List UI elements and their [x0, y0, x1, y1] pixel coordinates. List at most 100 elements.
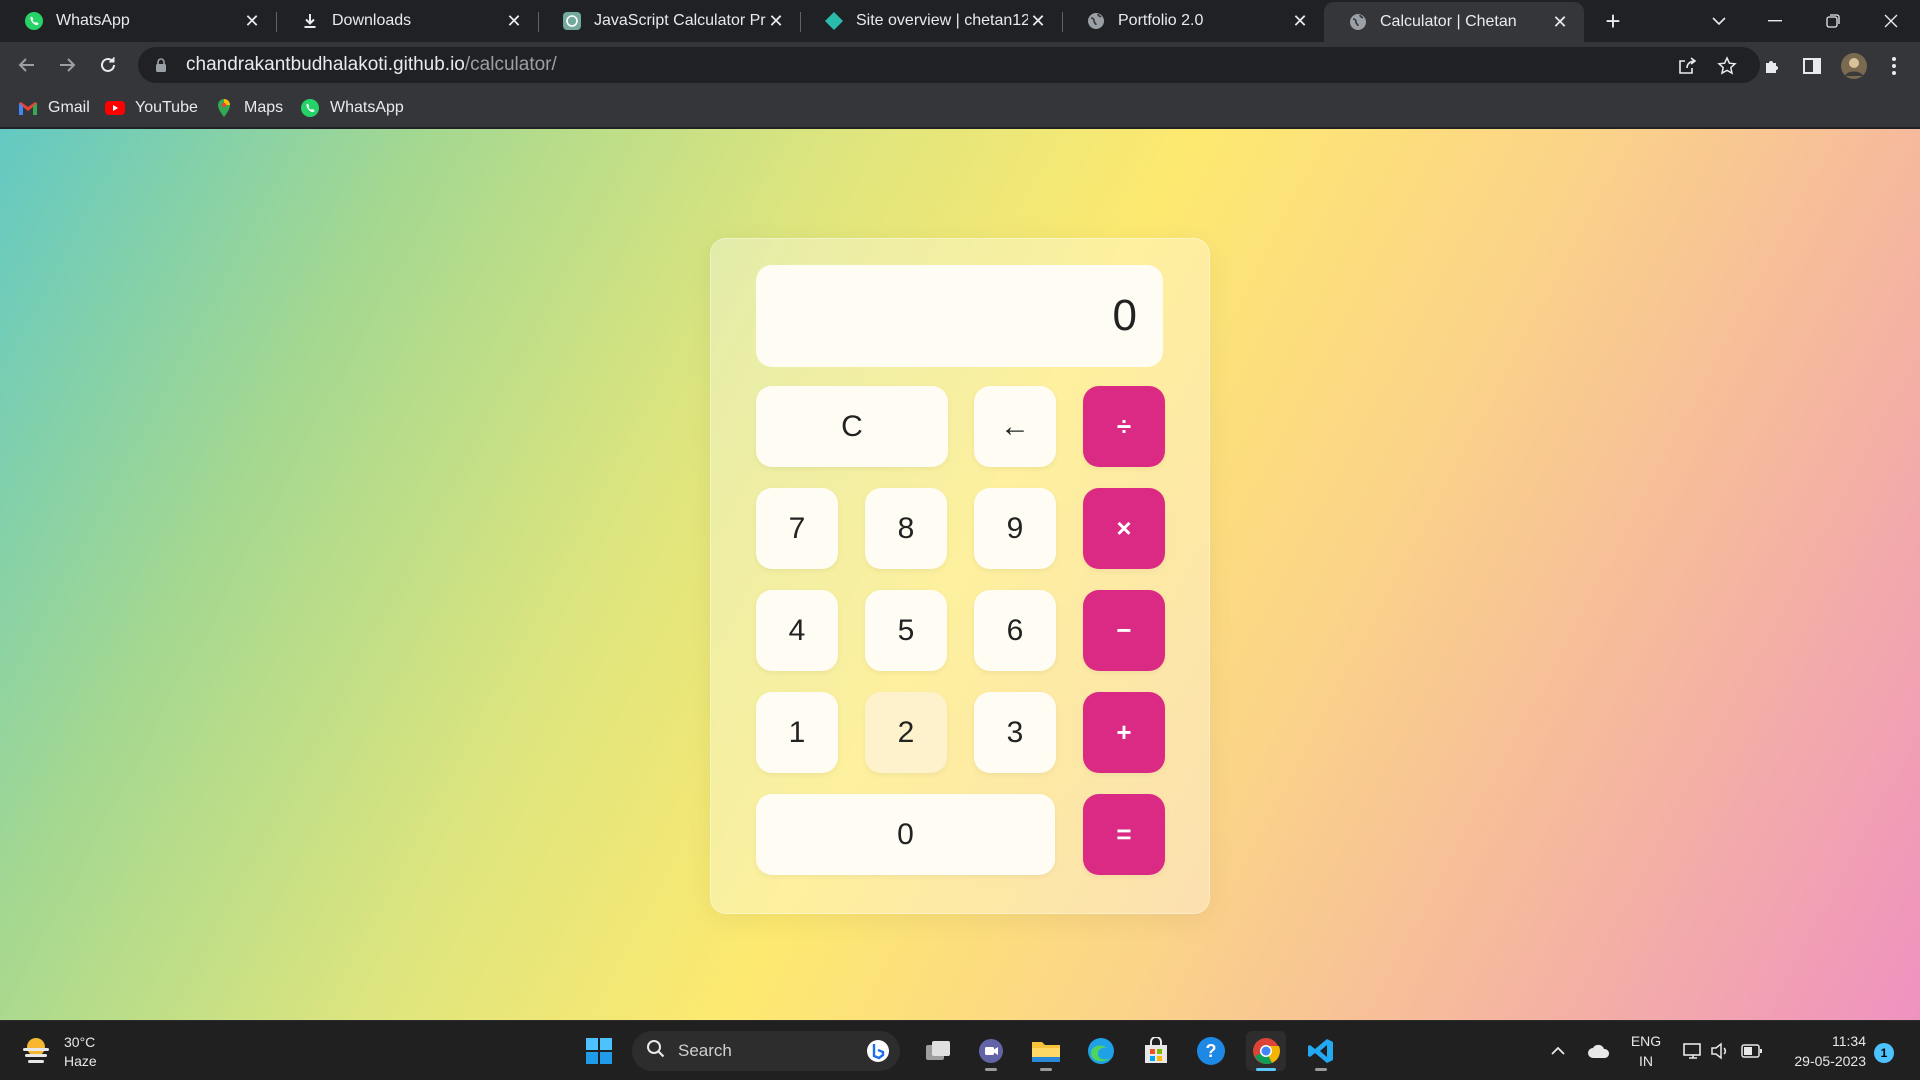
browser-toolbar: chandrakantbudhalakoti.github.io/calcula… [0, 42, 1920, 88]
running-indicator [985, 1068, 997, 1071]
tab-strip: WhatsApp ✕ Downloads ✕ JavaScript Calcul… [0, 0, 1920, 42]
digit-6-button[interactable]: 6 [974, 590, 1056, 671]
calculator-display: 0 [756, 265, 1163, 367]
maps-icon [214, 98, 234, 118]
tab-calculator[interactable]: Calculator | Chetan ✕ [1324, 2, 1584, 42]
bookmark-label: WhatsApp [330, 99, 404, 116]
close-icon[interactable]: ✕ [242, 11, 262, 31]
close-icon[interactable]: ✕ [1290, 11, 1310, 31]
digit-5-button[interactable]: 5 [865, 590, 947, 671]
bookmark-star-icon[interactable] [1716, 55, 1738, 77]
digit-8-button[interactable]: 8 [865, 488, 947, 569]
netlify-icon [824, 11, 844, 31]
running-indicator [1315, 1068, 1327, 1071]
microsoft-store-icon[interactable] [1136, 1031, 1176, 1071]
close-icon[interactable]: ✕ [1028, 11, 1048, 31]
extensions-icon[interactable] [1761, 54, 1785, 78]
bing-icon[interactable] [866, 1039, 890, 1068]
windows-taskbar: 30°C Haze Search ? ENG IN 11:34 29-05-20… [0, 1020, 1920, 1080]
share-icon[interactable] [1676, 55, 1698, 77]
weather-condition: Haze [64, 1053, 97, 1069]
bookmark-label: Maps [244, 99, 284, 116]
tab-portfolio[interactable]: Portfolio 2.0 ✕ [1062, 0, 1324, 42]
system-clock[interactable]: 11:34 29-05-2023 [1776, 1031, 1866, 1071]
close-icon[interactable]: ✕ [504, 11, 524, 31]
bookmark-whatsapp[interactable]: WhatsApp [300, 96, 404, 120]
digit-9-button[interactable]: 9 [974, 488, 1056, 569]
haze-sun-icon [20, 1035, 52, 1070]
address-bar[interactable]: chandrakantbudhalakoti.github.io/calcula… [138, 47, 1760, 83]
edge-browser-icon[interactable] [1081, 1031, 1121, 1071]
digit-2-button[interactable]: 2 [865, 692, 947, 773]
windows-start-icon[interactable] [579, 1031, 619, 1071]
bookmark-gmail[interactable]: Gmail [18, 96, 90, 120]
bookmark-maps[interactable]: Maps [214, 96, 283, 120]
bookmark-label: YouTube [135, 99, 198, 116]
battery-icon[interactable] [1738, 1031, 1766, 1071]
digit-1-button[interactable]: 1 [756, 692, 838, 773]
tab-title: WhatsApp [56, 12, 130, 29]
subtract-button[interactable]: − [1083, 590, 1165, 671]
side-panel-icon[interactable] [1800, 54, 1824, 78]
bookmark-label: Gmail [48, 99, 90, 116]
vscode-icon[interactable] [1301, 1031, 1341, 1071]
task-view-icon[interactable] [918, 1031, 958, 1071]
whatsapp-icon [24, 11, 44, 31]
tab-netlify[interactable]: Site overview | chetan123 | N ✕ [800, 0, 1062, 42]
tab-title: JavaScript Calculator Projec [594, 12, 766, 29]
restore-button[interactable] [1805, 0, 1861, 42]
clear-button[interactable]: C [756, 386, 948, 467]
file-explorer-icon[interactable] [1026, 1031, 1066, 1071]
digit-3-button[interactable]: 3 [974, 692, 1056, 773]
chevron-up-icon[interactable] [1546, 1031, 1570, 1071]
tab-search-icon[interactable] [1691, 0, 1747, 42]
digit-7-button[interactable]: 7 [756, 488, 838, 569]
calculator: 0 C ← ÷ 7 8 9 × 4 5 6 − 1 2 3 + 0 = [710, 238, 1210, 914]
close-window-button[interactable] [1863, 0, 1919, 42]
gmail-icon [18, 98, 38, 118]
globe-icon [1348, 12, 1368, 32]
add-button[interactable]: + [1083, 692, 1165, 773]
equals-button[interactable]: = [1083, 794, 1165, 875]
page-viewport: 0 C ← ÷ 7 8 9 × 4 5 6 − 1 2 3 + 0 = [0, 129, 1920, 1020]
reload-icon[interactable] [93, 50, 123, 80]
teams-chat-icon[interactable] [971, 1031, 1011, 1071]
digit-4-button[interactable]: 4 [756, 590, 838, 671]
input-language[interactable]: ENG IN [1628, 1031, 1664, 1071]
network-icon[interactable] [1680, 1031, 1706, 1071]
notification-badge[interactable]: 1 [1874, 1043, 1894, 1063]
search-placeholder: Search [678, 1041, 732, 1060]
volume-icon[interactable] [1708, 1031, 1732, 1071]
chrome-browser-icon[interactable] [1246, 1031, 1286, 1071]
divide-button[interactable]: ÷ [1083, 386, 1165, 467]
back-arrow-icon[interactable] [12, 50, 42, 80]
tab-title: Portfolio 2.0 [1118, 12, 1204, 29]
digit-0-button[interactable]: 0 [756, 794, 1055, 875]
bookmarks-bar: Gmail YouTube Maps WhatsApp [0, 88, 1920, 128]
backspace-button[interactable]: ← [974, 386, 1056, 467]
weather-temperature: 30°C [64, 1034, 96, 1050]
tab-whatsapp[interactable]: WhatsApp ✕ [0, 0, 276, 42]
close-icon[interactable]: ✕ [766, 11, 786, 31]
help-icon[interactable]: ? [1191, 1031, 1231, 1071]
weather-widget[interactable]: 30°C Haze [20, 1033, 97, 1071]
url-path: /calculator/ [464, 54, 557, 75]
tab-title: Downloads [332, 12, 412, 29]
forward-arrow-icon[interactable] [52, 50, 82, 80]
minimize-button[interactable] [1747, 0, 1803, 42]
profile-avatar[interactable] [1840, 52, 1868, 80]
lock-icon[interactable] [152, 56, 170, 74]
url-host: chandrakantbudhalakoti.github.io [186, 54, 465, 75]
new-tab-button[interactable]: + [1598, 6, 1628, 36]
tab-chatgpt[interactable]: JavaScript Calculator Projec ✕ [538, 0, 800, 42]
running-indicator [1256, 1068, 1276, 1071]
menu-kebab-icon[interactable] [1882, 54, 1906, 78]
multiply-button[interactable]: × [1083, 488, 1165, 569]
search-icon [646, 1039, 666, 1064]
chatgpt-icon [562, 11, 582, 31]
close-icon[interactable]: ✕ [1550, 12, 1570, 32]
tab-downloads[interactable]: Downloads ✕ [276, 0, 538, 42]
onedrive-cloud-icon[interactable] [1584, 1031, 1614, 1071]
bookmark-youtube[interactable]: YouTube [105, 96, 198, 120]
taskbar-search[interactable]: Search [632, 1031, 900, 1071]
